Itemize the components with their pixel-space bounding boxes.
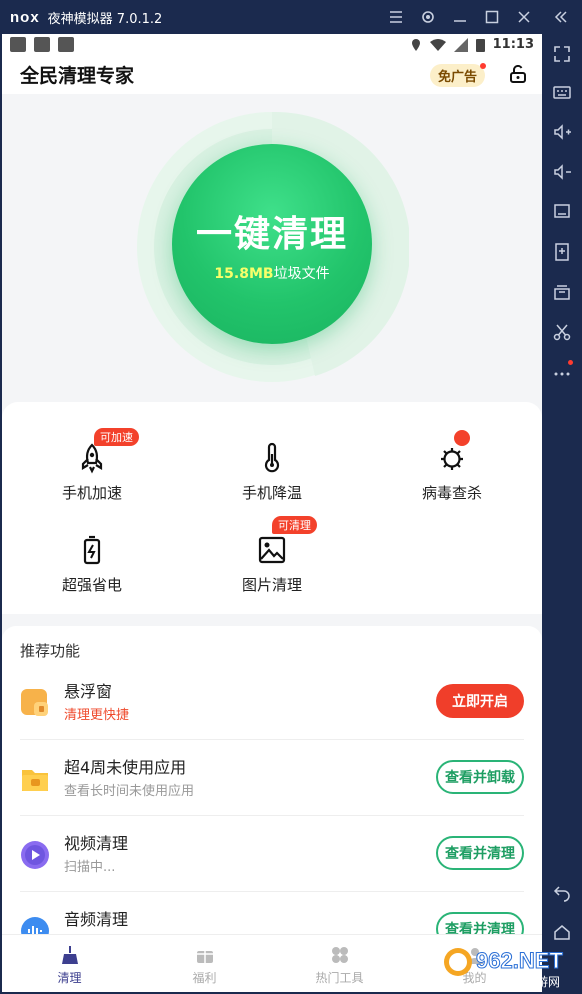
collapse-icon[interactable] bbox=[540, 0, 582, 34]
emulator-sidebar bbox=[542, 34, 582, 994]
unlock-icon[interactable] bbox=[510, 65, 526, 83]
wifi-icon bbox=[429, 38, 446, 51]
maximize-icon[interactable] bbox=[476, 0, 508, 34]
tools-panel: 手机加速 可加速 手机降温 病毒查杀 超强省电 图片清理 可清理 bbox=[2, 402, 542, 614]
tool-image-clean[interactable]: 图片清理 可清理 bbox=[202, 516, 342, 602]
notification-icon bbox=[10, 37, 26, 52]
tool-virus-scan[interactable]: 病毒查杀 bbox=[382, 430, 522, 510]
item-desc: 清理更快捷 bbox=[64, 708, 130, 723]
settings-icon[interactable] bbox=[412, 0, 444, 34]
multi-instance-icon[interactable] bbox=[542, 272, 582, 312]
clean-hero: 一键清理 15.8MB垃圾文件 bbox=[2, 94, 542, 404]
tool-label: 图片清理 bbox=[241, 576, 302, 594]
item-desc: 查看长时间未使用应用 bbox=[64, 784, 195, 799]
image-icon bbox=[258, 536, 286, 564]
view-uninstall-button[interactable]: 查看并卸载 bbox=[436, 760, 524, 794]
signal-icon bbox=[453, 37, 468, 52]
gift-icon bbox=[197, 951, 213, 963]
minimize-icon[interactable] bbox=[444, 0, 476, 34]
tools-grid-icon bbox=[332, 947, 348, 963]
more-notification-dot bbox=[568, 360, 573, 365]
folder-app-icon bbox=[22, 770, 48, 791]
recommend-item-video-clean[interactable]: 视频清理 扫描中... 查看并清理 bbox=[2, 816, 542, 892]
notification-icon bbox=[34, 37, 50, 52]
boost-badge: 可加速 bbox=[94, 428, 139, 446]
tool-phone-boost[interactable]: 手机加速 可加速 bbox=[22, 428, 162, 510]
thermometer-icon bbox=[264, 442, 280, 473]
broom-icon bbox=[62, 946, 78, 964]
location-icon bbox=[411, 38, 420, 51]
enable-now-button[interactable]: 立即开启 bbox=[436, 684, 524, 718]
nav-label: 热门工具 bbox=[315, 971, 364, 985]
fullscreen-icon[interactable] bbox=[542, 34, 582, 74]
no-ad-button[interactable]: 免广告 bbox=[430, 63, 487, 87]
volume-down-icon[interactable] bbox=[542, 152, 582, 192]
app-header: 全民清理专家 免广告 bbox=[2, 56, 542, 94]
close-icon[interactable] bbox=[508, 0, 540, 34]
item-name: 悬浮窗 bbox=[64, 682, 113, 701]
nav-hot-tools[interactable]: 热门工具 bbox=[272, 935, 407, 992]
site-watermark: 962.NET 乐游网 bbox=[444, 948, 564, 989]
image-clean-badge: 可清理 bbox=[272, 516, 317, 534]
item-name: 视频清理 bbox=[64, 834, 129, 853]
battery-icon bbox=[83, 535, 101, 565]
android-statusbar: 11:13 bbox=[2, 34, 542, 56]
item-name: 音频清理 bbox=[64, 910, 129, 929]
no-ad-dot bbox=[480, 63, 487, 69]
screenshot-cut-icon[interactable] bbox=[542, 312, 582, 352]
status-time: 11:13 bbox=[492, 37, 534, 52]
notification-icon bbox=[58, 37, 74, 52]
volume-up-icon[interactable] bbox=[542, 112, 582, 152]
nav-clean[interactable]: 清理 bbox=[2, 935, 137, 992]
junk-summary: 15.8MB垃圾文件 bbox=[214, 263, 329, 283]
watermark-text: 962.NET bbox=[476, 948, 563, 973]
float-window-icon bbox=[21, 689, 48, 716]
tool-label: 病毒查杀 bbox=[421, 484, 482, 502]
battery-status-icon bbox=[475, 38, 485, 52]
rocket-icon bbox=[81, 443, 103, 474]
watermark-sub: 乐游网 bbox=[524, 975, 560, 989]
item-desc: 扫描中... bbox=[64, 860, 116, 875]
recommend-item-float-window[interactable]: 悬浮窗 清理更快捷 立即开启 bbox=[2, 664, 542, 740]
recommend-item-unused-apps[interactable]: 超4周未使用应用 查看长时间未使用应用 查看并卸载 bbox=[2, 740, 542, 816]
junk-suffix: 垃圾文件 bbox=[273, 266, 330, 282]
emulator-titlebar: nox 夜神模拟器 7.0.1.2 bbox=[0, 0, 582, 34]
view-clean-video-button[interactable]: 查看并清理 bbox=[436, 836, 524, 870]
window-buttons bbox=[380, 0, 582, 34]
menu-icon[interactable] bbox=[380, 0, 412, 34]
recommend-title: 推荐功能 bbox=[20, 642, 81, 660]
nav-label: 福利 bbox=[192, 971, 217, 985]
tool-label: 超强省电 bbox=[61, 576, 122, 594]
one-key-clean-button[interactable]: 一键清理 15.8MB垃圾文件 bbox=[172, 144, 372, 344]
more-icon[interactable] bbox=[542, 352, 582, 392]
nox-logo: nox bbox=[10, 8, 40, 26]
keyboard-icon[interactable] bbox=[542, 72, 582, 112]
no-ad-label: 免广告 bbox=[438, 70, 478, 85]
tool-label: 手机降温 bbox=[241, 484, 302, 502]
screen-icon[interactable] bbox=[542, 192, 582, 232]
back-icon[interactable] bbox=[542, 872, 582, 912]
nav-welfare[interactable]: 福利 bbox=[137, 935, 272, 992]
emulator-title: 夜神模拟器 7.0.1.2 bbox=[47, 11, 163, 27]
item-name: 超4周未使用应用 bbox=[64, 758, 187, 777]
virus-alert-dot bbox=[454, 430, 470, 446]
apk-install-icon[interactable] bbox=[542, 232, 582, 272]
virus-icon bbox=[441, 448, 463, 470]
junk-size: 15.8MB bbox=[214, 266, 274, 282]
phone-screen: 11:13 全民清理专家 免广告 一键清理 15.8MB垃圾文件 手机加速 可加… bbox=[2, 34, 542, 992]
nav-label: 清理 bbox=[57, 971, 82, 985]
tool-power-saving[interactable]: 超强省电 bbox=[22, 522, 162, 602]
app-title: 全民清理专家 bbox=[20, 65, 135, 87]
video-icon bbox=[21, 841, 49, 869]
tool-label: 手机加速 bbox=[61, 484, 122, 502]
clean-main-label: 一键清理 bbox=[195, 214, 348, 255]
recommend-section: 推荐功能 悬浮窗 清理更快捷 立即开启 超4周未使用应用 查看长时间未使用应用 … bbox=[2, 626, 542, 946]
tool-phone-cooling[interactable]: 手机降温 bbox=[202, 430, 342, 510]
